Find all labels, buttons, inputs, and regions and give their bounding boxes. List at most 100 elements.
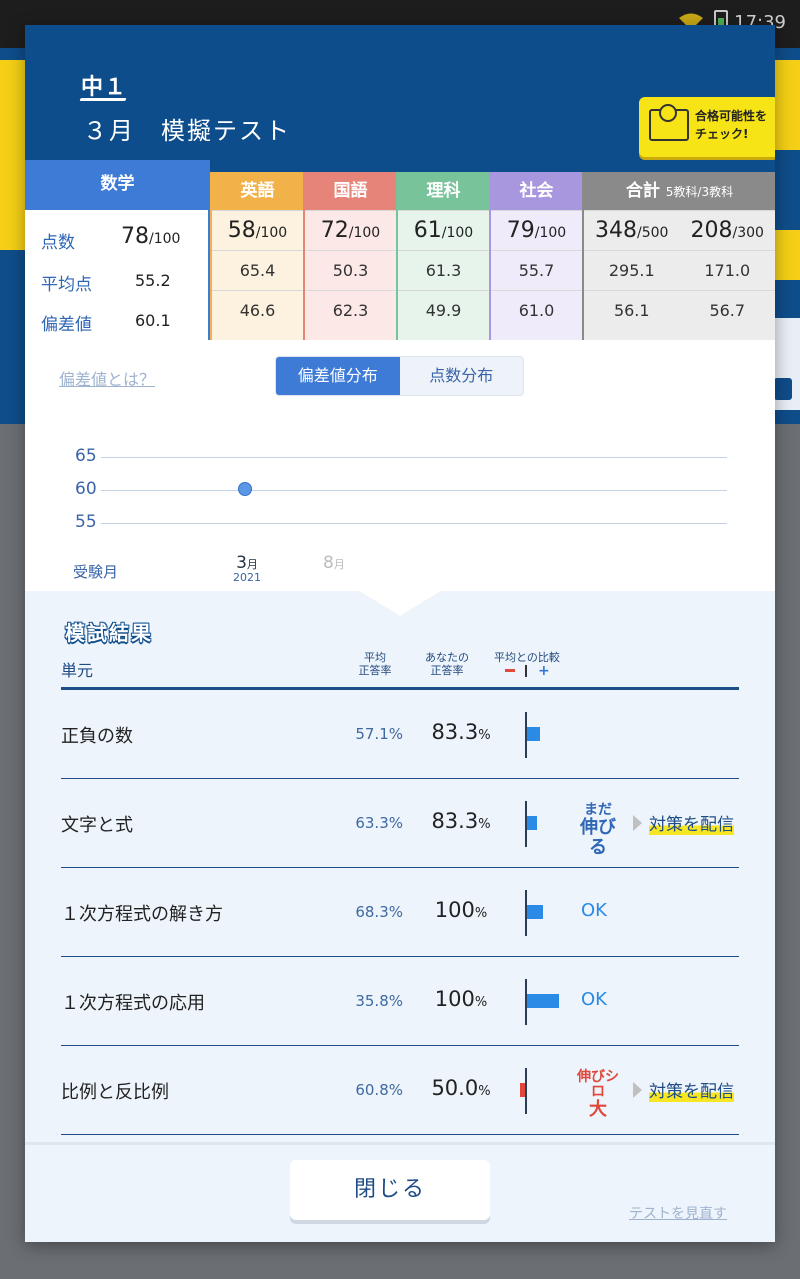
total-score-three: 208/300 [690,218,764,243]
japanese-score: 72/100 [305,210,396,250]
science-score: 61/100 [398,210,489,250]
subject-column-math[interactable]: 数学 点数 平均点 偏差値 78/100 55.2 60.1 [25,160,210,340]
result-row: 文字と式 63.3% 83.3% まだ 伸びる 対策を配信 [61,779,739,868]
japanese-deviation: 62.3 [305,290,396,330]
subject-column-english[interactable]: 英語 58/100 65.4 46.6 [210,172,303,340]
comparison-axis [525,1068,527,1114]
unit-name: 比例と反比例 [61,1082,169,1103]
subject-column-science[interactable]: 理科 61/100 61.3 49.9 [396,172,489,340]
average-rate: 35.8% [355,992,403,1010]
column-header-unit: 単元 [61,661,94,680]
subject-column-social[interactable]: 社会 79/100 55.7 61.0 [489,172,582,340]
subject-header-math: 数学 [25,160,210,210]
check-pass-chance-button[interactable]: 合格可能性をチェック! [639,97,775,157]
results-title: 模試結果 [65,621,153,645]
clock-icon [649,104,689,141]
column-header-average-rate: 平均 正答率 [358,651,392,677]
grid-line [101,523,727,524]
big-growth-badge: 伸びシロ大 [577,1069,619,1120]
subject-header-social: 社会 [491,172,582,210]
average-rate: 57.1% [355,725,403,743]
axis-icon [525,665,527,677]
column-header-your-rate: あなたの 正答率 [425,651,469,677]
social-average: 55.7 [491,250,582,290]
y-tick-label: 60 [75,479,97,499]
social-deviation: 61.0 [491,290,582,330]
your-rate: 100% [434,987,488,1011]
your-rate: 100% [434,898,488,922]
subject-header-total: 合計 5教科/3教科 [584,172,775,210]
test-result-modal: 中１ ３月 模擬テスト 合格可能性をチェック! 数学 点数 平均点 偏差値 78… [25,25,775,1242]
background-banner-right [774,60,800,150]
tab-score-distribution[interactable]: 点数分布 [400,357,524,395]
comparison-bar-negative [519,1083,525,1097]
tab-deviation-distribution[interactable]: 偏差値分布 [276,357,400,395]
grade-label: 中１ [81,75,128,100]
your-rate: 83.3% [431,720,491,744]
average-rate: 63.3% [355,814,403,832]
close-button[interactable]: 閉じる [290,1160,490,1220]
grid-line [101,490,727,491]
math-score: 78/100 [121,224,181,249]
comparison-bar-positive [527,727,541,741]
english-deviation: 46.6 [212,290,303,330]
background-tab [774,230,800,280]
minus-icon [505,669,515,672]
result-row: 比例と反比例 60.8% 50.0% 伸びシロ大 対策を配信 [61,1046,739,1135]
about-deviation-link[interactable]: 偏差値とは？ [59,366,155,390]
subject-header-english: 英語 [212,172,303,210]
japanese-average: 50.3 [305,250,396,290]
result-row: 正負の数 57.1% 83.3% [61,690,739,779]
still-growing-badge: まだ 伸びる [580,802,616,858]
chevron-right-icon [633,1082,642,1098]
data-point[interactable] [238,482,252,497]
x-tick-august: 8月 [323,553,345,573]
subject-column-japanese[interactable]: 国語 72/100 50.3 62.3 [303,172,396,340]
column-header-comparison: 平均との比較 [494,651,560,664]
review-test-link[interactable]: テストを見直す [629,1203,727,1223]
deliver-countermeasure-link[interactable]: 対策を配信 [649,1077,734,1102]
modal-footer: 閉じる テストを見直す [25,1142,775,1242]
subject-header-japanese: 国語 [305,172,396,210]
ok-status[interactable]: OK [581,989,607,1010]
math-deviation: 60.1 [135,311,171,330]
math-average: 55.2 [135,271,171,290]
row-label-average: 平均点 [41,275,92,295]
background-panel [774,318,800,410]
average-rate: 60.8% [355,1081,403,1099]
ok-status[interactable]: OK [581,900,607,921]
y-tick-label: 55 [75,512,97,532]
average-rate: 68.3% [355,903,403,921]
x-tick-march: 3月 2021 [233,553,261,584]
unit-name: 正負の数 [61,726,133,747]
science-average: 61.3 [398,250,489,290]
social-score: 79/100 [491,210,582,250]
chart-tab-group: 偏差値分布 点数分布 [275,356,524,396]
y-tick-label: 65 [75,446,97,466]
total-score-five: 348/500 [595,218,669,243]
your-rate: 50.0% [431,1076,491,1100]
plus-icon: + [538,663,550,679]
results-panel: 模試結果 単元 平均 正答率 あなたの 正答率 平均との比較 + 正負の数 57.1… [25,590,775,1142]
subject-column-total[interactable]: 合計 5教科/3教科 348/500 208/300 295.1 171.0 5… [582,172,775,340]
result-row: １次方程式の応用 35.8% 100% OK [61,957,739,1046]
comparison-bar-positive [527,905,543,919]
english-score: 58/100 [212,210,303,250]
row-label-deviation: 偏差値 [41,315,92,335]
unit-name: １次方程式の応用 [61,993,205,1014]
total-average: 295.1 171.0 [584,250,775,290]
deliver-countermeasure-link[interactable]: 対策を配信 [649,810,734,835]
your-rate: 83.3% [431,809,491,833]
comparison-bar-positive [527,994,560,1008]
test-title: ３月 模擬テスト [83,117,291,145]
background-banner [0,60,26,250]
total-score: 348/500 208/300 [584,210,775,250]
grid-line [101,457,727,458]
row-label-score: 点数 [41,233,75,253]
check-pass-chance-label: 合格可能性をチェック! [695,109,768,141]
x-axis-label: 受験月 [73,563,119,581]
chevron-right-icon [633,815,642,831]
deviation-chart: 65 60 55 受験月 3月 2021 8月 [65,437,745,587]
score-table: 数学 点数 平均点 偏差値 78/100 55.2 60.1 英語 58/100… [25,160,775,340]
pointer-arrow [358,590,442,616]
